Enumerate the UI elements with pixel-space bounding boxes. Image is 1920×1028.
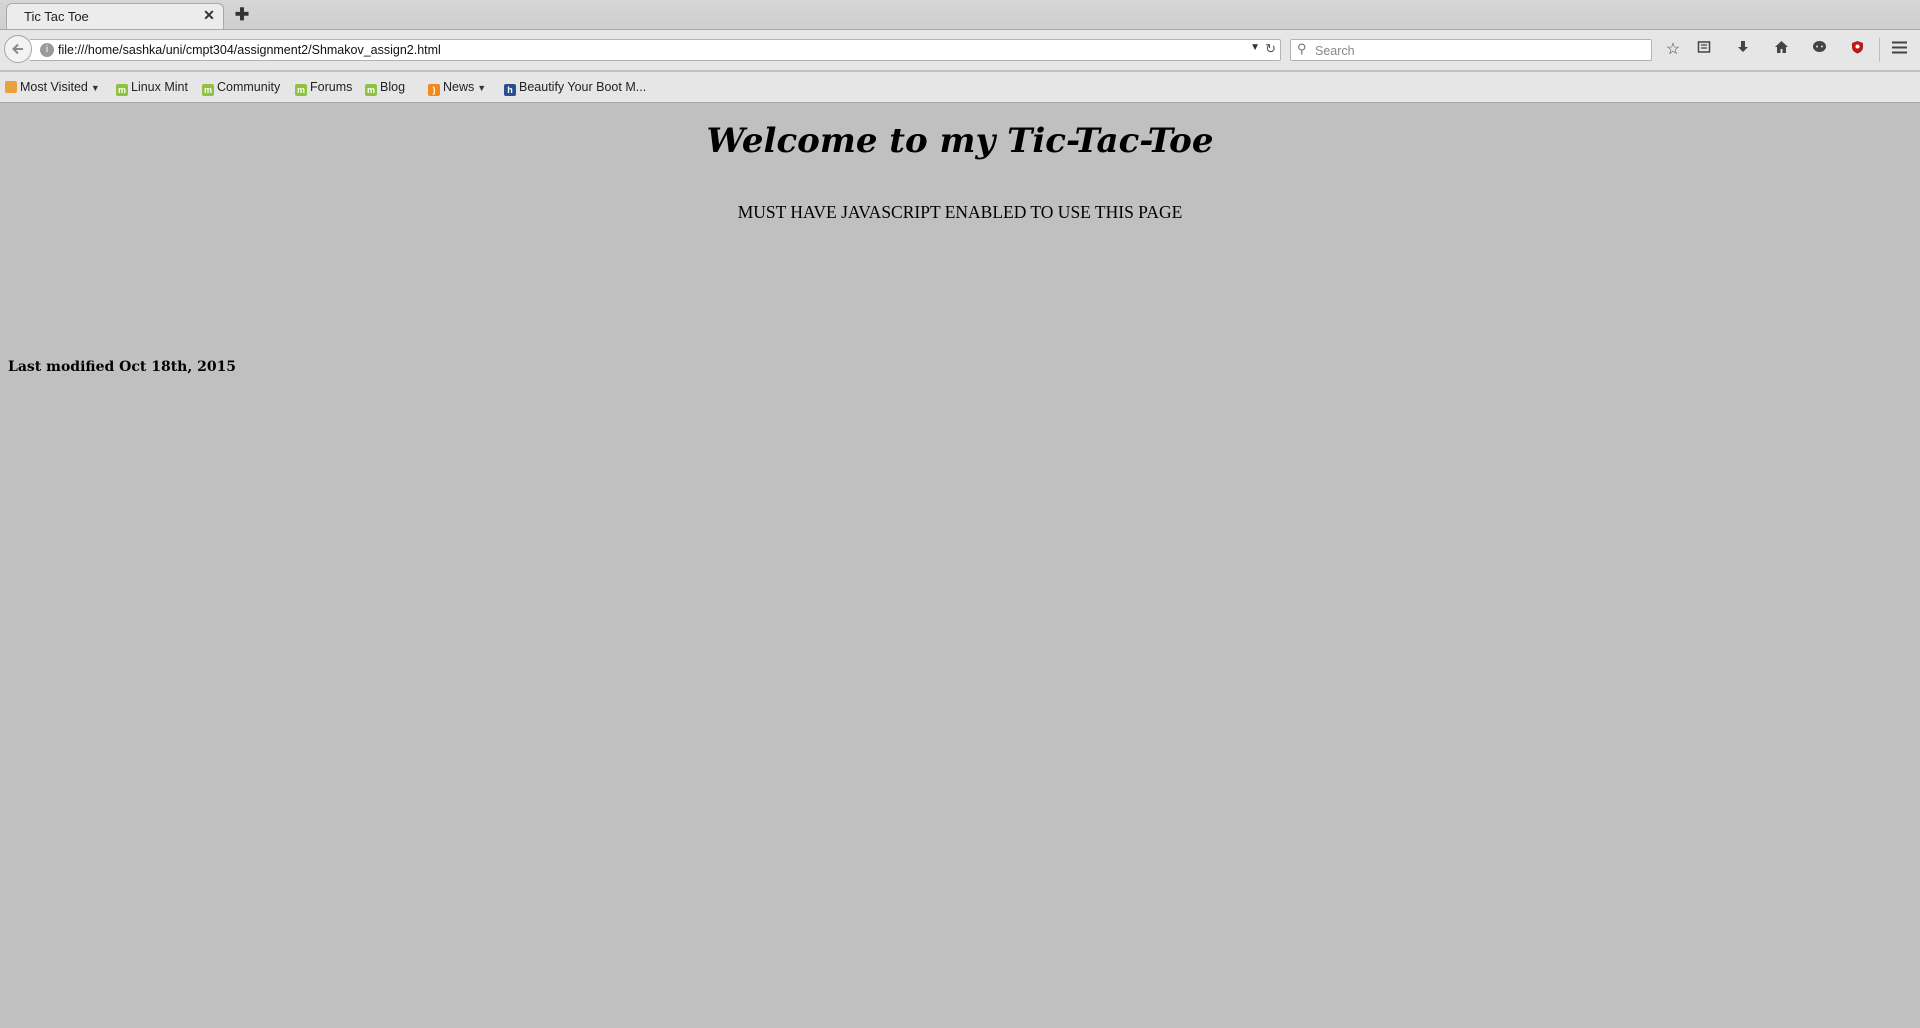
h-icon: h xyxy=(504,84,516,96)
chat-icon[interactable] xyxy=(1808,39,1830,61)
page-content: Welcome to my Tic-Tac-Toe MUST HAVE JAVA… xyxy=(0,103,1920,1028)
last-modified-footer: Last modified Oct 18th, 2015 xyxy=(8,359,237,375)
bookmark-label: News xyxy=(443,80,475,94)
search-bar[interactable]: ⚲ xyxy=(1290,39,1652,61)
search-icon: ⚲ xyxy=(1297,41,1307,56)
folder-icon xyxy=(5,81,17,93)
bookmark-blog[interactable]: m Blog xyxy=(365,78,405,96)
bookmark-label: Community xyxy=(217,80,281,94)
url-text[interactable]: file:///home/sashka/uni/cmpt304/assignme… xyxy=(58,43,441,57)
shield-icon[interactable] xyxy=(1846,39,1868,61)
back-button[interactable] xyxy=(4,35,32,63)
close-tab-icon[interactable]: ✕ xyxy=(201,7,217,23)
bookmark-linux-mint[interactable]: m Linux Mint xyxy=(116,78,188,96)
chevron-down-icon: ▼ xyxy=(90,83,100,93)
site-identity-icon[interactable]: i xyxy=(40,43,54,57)
bookmark-label: Linux Mint xyxy=(131,80,188,94)
home-icon[interactable] xyxy=(1770,39,1792,61)
mint-icon: m xyxy=(202,84,214,96)
url-history-dropdown-icon[interactable]: ▼ xyxy=(1250,42,1260,53)
bookmark-forums[interactable]: m Forums xyxy=(295,78,352,96)
page-title: Welcome to my Tic-Tac-Toe xyxy=(706,121,1214,161)
navigation-toolbar: i file:///home/sashka/uni/cmpt304/assign… xyxy=(0,30,1920,70)
mint-icon: m xyxy=(365,84,377,96)
bookmark-label: Most Visited xyxy=(20,80,88,94)
rss-icon: ) xyxy=(428,84,440,96)
reload-icon[interactable]: ↻ xyxy=(1265,41,1276,57)
chevron-down-icon: ▼ xyxy=(477,83,487,93)
bookmark-news[interactable]: ) News ▼ xyxy=(428,78,486,96)
bookmark-community[interactable]: m Community xyxy=(202,78,280,96)
new-tab-button[interactable]: ✚ xyxy=(232,5,252,25)
bookmark-label: Beautify Your Boot M... xyxy=(519,80,647,94)
download-icon[interactable] xyxy=(1732,39,1754,61)
mint-icon: m xyxy=(116,84,128,96)
back-arrow-icon xyxy=(12,43,23,55)
url-bar[interactable]: i file:///home/sashka/uni/cmpt304/assign… xyxy=(30,39,1281,61)
tab-strip: Tic Tac Toe ✕ ✚ xyxy=(0,0,1920,30)
browser-tab[interactable]: Tic Tac Toe ✕ xyxy=(6,3,224,29)
search-input[interactable] xyxy=(1313,41,1637,61)
tab-title: Tic Tac Toe xyxy=(24,9,89,24)
star-icon[interactable]: ☆ xyxy=(1662,39,1684,61)
bookmark-most-visited[interactable]: Most Visited ▼ xyxy=(5,78,100,96)
noscript-message: MUST HAVE JAVASCRIPT ENABLED TO USE THIS… xyxy=(737,202,1183,222)
bookmarks-toolbar: Most Visited ▼ m Linux Mint m Community m Fo… xyxy=(0,72,1920,103)
bookmark-label: Blog xyxy=(380,80,406,94)
mint-icon: m xyxy=(295,84,307,96)
toolbar-separator xyxy=(1879,38,1880,62)
reading-list-icon[interactable] xyxy=(1693,39,1715,61)
menu-icon[interactable] xyxy=(1888,39,1910,61)
bookmark-beautify[interactable]: h Beautify Your Boot M... xyxy=(504,78,646,96)
bookmark-label: Forums xyxy=(310,80,353,94)
